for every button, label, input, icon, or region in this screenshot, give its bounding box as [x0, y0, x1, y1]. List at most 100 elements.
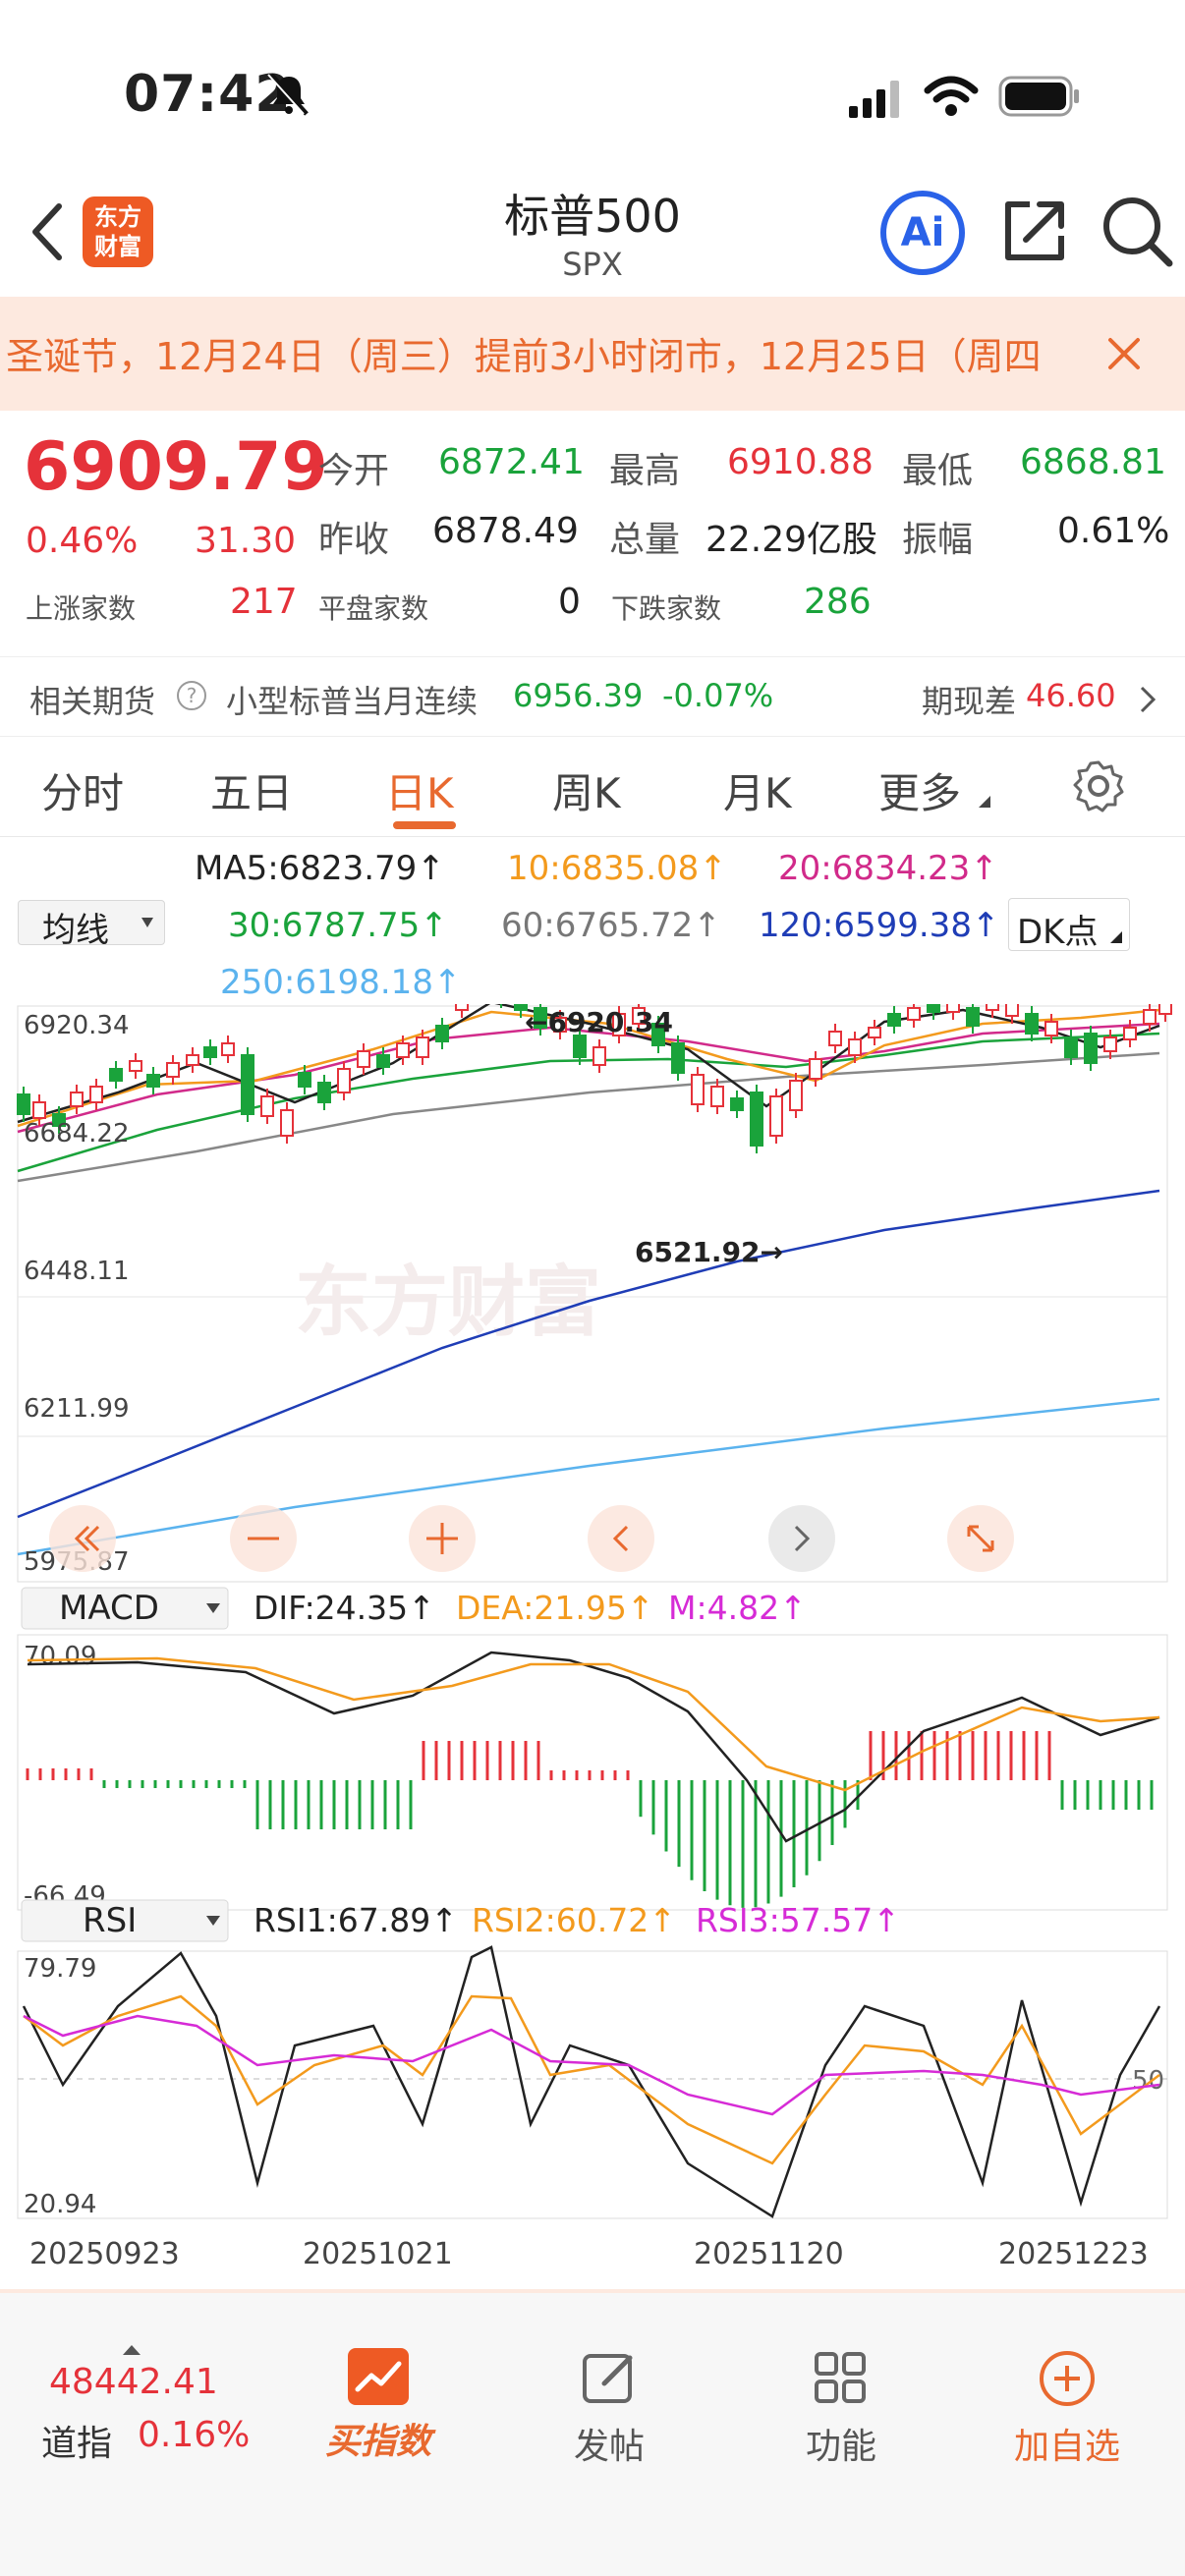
candle-body — [337, 1068, 351, 1093]
zoom-out-button[interactable] — [230, 1505, 297, 1572]
ma20-value: 20:6834.23↑ — [778, 849, 998, 888]
candle-body — [966, 1007, 980, 1027]
tab-intraday[interactable]: 分时 — [41, 760, 124, 820]
ma120-value: 120:6599.38↑ — [759, 906, 1000, 945]
add-circle-icon — [1040, 2351, 1095, 2406]
ma-selector-dropdown[interactable]: 均线 — [18, 900, 165, 950]
ai-assistant-button[interactable]: Ai — [880, 191, 965, 275]
candle-body — [809, 1058, 822, 1080]
scroll-right-button[interactable] — [768, 1505, 835, 1572]
bottom-toolbar: 48442.41 道指 0.16% 买指数 发帖 功能 加自选 — [0, 2289, 1185, 2576]
y-axis-label-3: 6448.11 — [24, 1257, 130, 1286]
scroll-left-fast-button[interactable] — [49, 1505, 116, 1572]
candle-body — [357, 1050, 370, 1068]
candle-body — [887, 1013, 901, 1027]
candle-body — [592, 1046, 606, 1066]
help-icon[interactable]: ? — [177, 681, 206, 710]
high-value: 6910.88 — [727, 442, 874, 482]
high-label: 最高 — [609, 451, 681, 491]
kline-chart-svg[interactable]: 东方财富 6920.34 6684.22 6448.11 6211.99 597… — [0, 979, 1185, 2281]
volume-value: 22.29亿股 — [705, 520, 878, 560]
quote-panel: 6909.79 0.46% 31.30 今开 6872.41 最高 6910.8… — [0, 413, 1185, 648]
basis-value: 46.60 — [1026, 677, 1116, 714]
notice-text: 圣诞节，12月24日（周三）提前3小时闭市，12月25日（周四 — [6, 335, 1042, 378]
up-count-label: 上涨家数 — [26, 592, 137, 625]
down-count-label: 下跌家数 — [611, 592, 722, 625]
candle-body — [1084, 1033, 1098, 1064]
candle-body — [927, 997, 940, 1013]
chart-trend-icon — [348, 2348, 409, 2405]
macd-selector-label: MACD — [59, 1589, 159, 1628]
fullscreen-button[interactable] — [947, 1505, 1014, 1572]
share-icon[interactable] — [1000, 196, 1069, 265]
prev-close-value: 6878.49 — [432, 511, 579, 551]
buy-index-button[interactable]: 买指数 — [314, 2348, 442, 2464]
candle-body — [769, 1095, 783, 1137]
dropdown-icon — [141, 918, 153, 927]
change-percent: 0.46% — [26, 521, 139, 561]
status-bar: 07:42 — [0, 0, 1185, 187]
settings-gear-icon[interactable] — [1071, 758, 1126, 813]
ma5-value: MA5:6823.79↑ — [195, 849, 445, 888]
nav-header: 东方财富 标普500 SPX Ai — [0, 177, 1185, 295]
ma250-value: 250:6198.18↑ — [220, 963, 462, 1002]
dropdown-triangle-icon — [979, 796, 990, 808]
signal-icon — [849, 81, 899, 118]
up-triangle-icon — [123, 2345, 141, 2355]
dropdown-triangle-icon — [1110, 931, 1122, 943]
search-icon[interactable] — [1100, 195, 1173, 267]
silent-bell-icon — [267, 73, 309, 116]
notice-banner[interactable]: 圣诞节，12月24日（周三）提前3小时闭市，12月25日（周四 — [0, 297, 1185, 411]
flat-count-label: 平盘家数 — [318, 592, 429, 625]
candle-body — [1005, 1001, 1019, 1017]
candle-body — [1158, 1001, 1172, 1015]
related-futures-row[interactable]: 相关期货 ? 小型标普当月连续 6956.39 -0.07% 期现差 46.60 — [0, 656, 1185, 737]
wifi-icon — [924, 76, 979, 116]
functions-button[interactable]: 功能 — [782, 2348, 900, 2469]
candle-body — [186, 1054, 199, 1066]
candle-body — [416, 1036, 429, 1058]
rsi-selector-label: RSI — [83, 1901, 137, 1940]
candle-body — [241, 1054, 254, 1115]
chart-area: 东方财富 6920.34 6684.22 6448.11 6211.99 597… — [0, 979, 1185, 2281]
tab-monthly-k[interactable]: 月K — [723, 760, 792, 820]
up-count: 217 — [230, 582, 298, 622]
candle-body — [298, 1072, 311, 1088]
dk-point-button[interactable]: DK点 — [1008, 898, 1130, 952]
futures-name: 小型标普当月连续 — [226, 683, 479, 720]
post-button[interactable]: 发帖 — [550, 2348, 668, 2469]
down-count: 286 — [804, 582, 872, 622]
candle-body — [376, 1054, 390, 1068]
date-label-3: 20251120 — [694, 2237, 844, 2271]
candle-body — [691, 1074, 705, 1105]
macd-top-label: 70.09 — [24, 1642, 96, 1671]
candle-body — [1025, 1013, 1039, 1035]
candle-body — [1044, 1021, 1058, 1036]
add-watchlist-button[interactable]: 加自选 — [1008, 2348, 1126, 2469]
tab-weekly-k[interactable]: 周K — [552, 760, 621, 820]
candle-body — [907, 1007, 921, 1021]
low-marker-label: 6521.92→ — [635, 1236, 783, 1268]
zoom-in-button[interactable] — [409, 1505, 476, 1572]
high-marker-label: ←6920.34 — [525, 1006, 673, 1038]
ma30-value: 30:6787.75↑ — [228, 906, 448, 945]
candle-body — [730, 1097, 744, 1111]
tab-five-day[interactable]: 五日 — [210, 760, 293, 820]
scroll-left-button[interactable] — [588, 1505, 654, 1572]
candle-body — [671, 1042, 685, 1074]
low-value: 6868.81 — [1020, 442, 1166, 482]
close-icon[interactable] — [1106, 336, 1142, 371]
candle-body — [203, 1046, 217, 1058]
candle-body — [146, 1074, 160, 1088]
open-value: 6872.41 — [438, 442, 585, 482]
date-label-2: 20251021 — [303, 2237, 453, 2271]
macd-dea: DEA:21.95↑ — [456, 1589, 654, 1627]
macd-dif: DIF:24.35↑ — [254, 1589, 435, 1627]
tab-more[interactable]: 更多 — [878, 760, 961, 820]
ma60-value: 60:6765.72↑ — [501, 906, 721, 945]
candle-body — [280, 1109, 294, 1137]
candle-body — [317, 1082, 331, 1103]
futures-label: 相关期货 — [29, 683, 156, 720]
tab-daily-k[interactable]: 日K — [385, 760, 454, 820]
low-label: 最低 — [902, 451, 974, 491]
